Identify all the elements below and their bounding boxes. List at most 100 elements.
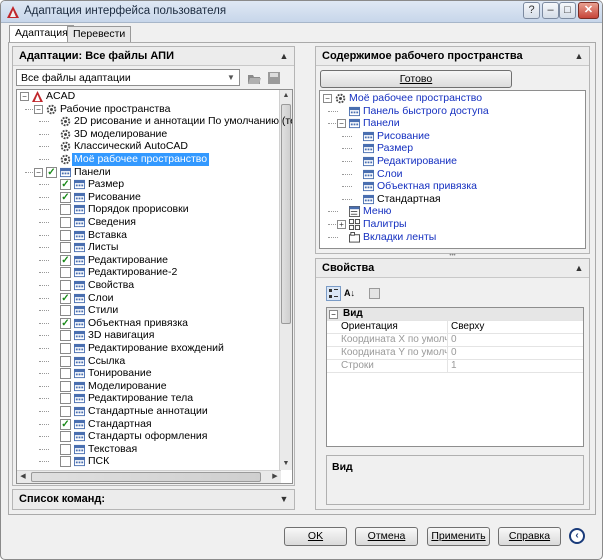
tree-item[interactable]: Моделирование: [17, 380, 279, 393]
workspace-tree-item[interactable]: Меню: [320, 205, 582, 218]
workspace-tree-item[interactable]: Стандартная: [320, 193, 582, 206]
collapse-dialog-icon[interactable]: ‹: [569, 528, 585, 544]
scroll-down-icon[interactable]: ▼: [280, 458, 292, 470]
categorized-icon[interactable]: [326, 286, 341, 301]
workspace-tree-item[interactable]: Объектная привязка: [320, 180, 582, 193]
property-value[interactable]: 0: [451, 347, 457, 359]
checkbox-empty[interactable]: [60, 267, 71, 279]
tree-item[interactable]: ✓ Рисование: [17, 191, 279, 204]
checkmark-icon[interactable]: ✓: [60, 254, 71, 266]
help-window-button[interactable]: ?: [523, 2, 540, 19]
checkbox-empty[interactable]: [60, 368, 71, 380]
checkbox-empty[interactable]: [60, 343, 71, 354]
maximize-button[interactable]: □: [559, 2, 576, 19]
tree-item[interactable]: − Рабочие пространства: [17, 103, 279, 116]
tree-item[interactable]: Тонирование: [17, 367, 279, 380]
tree-horizontal-scrollbar[interactable]: ◀ ▶: [17, 470, 281, 483]
workspace-tree-item[interactable]: Редактирование: [320, 155, 582, 168]
tree-item[interactable]: ✓ Слои: [17, 292, 279, 305]
tree-item[interactable]: Редактирование тела: [17, 392, 279, 405]
tree-item[interactable]: Сведения: [17, 216, 279, 229]
checkbox-empty[interactable]: [60, 406, 71, 417]
workspace-tree-item[interactable]: Вкладки ленты: [320, 231, 582, 244]
checkbox-empty[interactable]: [60, 242, 71, 254]
collapse-icon[interactable]: ▲: [573, 262, 585, 274]
checkbox-empty[interactable]: [60, 229, 71, 241]
customization-files-select[interactable]: Все файлы адаптации ▼: [16, 69, 240, 86]
checkbox-empty[interactable]: [60, 355, 71, 367]
tree-item[interactable]: 2D рисование и аннотации По умолчанию (т…: [17, 115, 292, 128]
tree-item[interactable]: Текстовая: [17, 443, 279, 456]
property-row[interactable]: Строки 1: [327, 360, 583, 373]
tree-item[interactable]: ✓ Размер: [17, 178, 279, 191]
checkbox-empty[interactable]: [60, 380, 71, 392]
checkbox-empty[interactable]: [60, 330, 71, 342]
workspace-tree-item[interactable]: − Панели: [320, 117, 582, 130]
property-row[interactable]: Координата Y по умолчан 0: [327, 347, 583, 360]
workspace-tree-item[interactable]: Размер: [320, 142, 582, 155]
cancel-button[interactable]: Отмена: [355, 527, 418, 546]
save-file-icon[interactable]: [267, 71, 281, 85]
checkmark-icon[interactable]: ✓: [46, 166, 57, 178]
tree-item[interactable]: ✓ Редактирование: [17, 254, 279, 267]
done-button[interactable]: Готово: [320, 70, 512, 88]
sort-alphabetical-icon[interactable]: A↓: [344, 286, 359, 301]
minimize-button[interactable]: –: [542, 2, 559, 19]
checkbox-empty[interactable]: [60, 280, 71, 291]
tab-customize[interactable]: Адаптация: [9, 25, 74, 43]
tab-translate[interactable]: Перевести: [67, 26, 132, 42]
checkbox-empty[interactable]: [60, 431, 71, 443]
tree-item[interactable]: Свойства: [17, 279, 279, 292]
checkbox-empty[interactable]: [60, 456, 71, 468]
expand-node-icon[interactable]: +: [337, 220, 346, 229]
close-button[interactable]: ✕: [578, 2, 599, 19]
checkbox-empty[interactable]: [60, 217, 71, 228]
property-value[interactable]: 1: [451, 360, 457, 372]
tree-item[interactable]: 3D моделирование: [17, 128, 279, 141]
tree-item[interactable]: 3D навигация: [17, 329, 279, 342]
tree-item[interactable]: Ссылка: [17, 355, 279, 368]
checkbox-empty[interactable]: [60, 443, 71, 455]
collapse-node-icon[interactable]: −: [20, 92, 29, 101]
property-row[interactable]: Координата X по умолчан 0: [327, 334, 583, 347]
workspace-tree-item[interactable]: Слои: [320, 168, 582, 181]
hscroll-thumb[interactable]: [31, 472, 261, 482]
tree-item[interactable]: Редактирование вхождений: [17, 342, 279, 355]
tree-vertical-scrollbar[interactable]: ▲ ▼: [279, 90, 292, 470]
tree-item[interactable]: ✓ Объектная привязка: [17, 317, 279, 330]
workspace-tree-item[interactable]: Рисование: [320, 130, 582, 143]
property-row[interactable]: Ориентация Сверху: [327, 321, 583, 334]
collapse-icon[interactable]: ▲: [573, 50, 585, 62]
commands-panel-title[interactable]: Список команд: ▼: [13, 490, 294, 509]
open-file-icon[interactable]: [247, 71, 261, 85]
collapse-node-icon[interactable]: −: [34, 167, 43, 177]
tree-item[interactable]: ПСК: [17, 455, 279, 468]
expand-icon[interactable]: ▼: [278, 493, 290, 505]
scroll-up-icon[interactable]: ▲: [280, 90, 292, 102]
checkbox-empty[interactable]: [60, 305, 71, 317]
scroll-left-icon[interactable]: ◀: [17, 471, 29, 483]
tree-item[interactable]: Моё рабочее пространство: [17, 153, 279, 166]
property-pages-icon[interactable]: [369, 288, 380, 299]
property-category[interactable]: − Вид: [327, 308, 583, 321]
tree-item[interactable]: Стандартные аннотации: [17, 405, 279, 418]
checkmark-icon[interactable]: ✓: [60, 292, 71, 304]
workspace-tree-item[interactable]: Панель быстрого доступа: [320, 105, 582, 118]
tree-item[interactable]: ✓ Стандартная: [17, 418, 279, 431]
apply-button[interactable]: Применить: [427, 527, 490, 546]
tree-item[interactable]: − ACAD: [17, 90, 279, 103]
tree-item[interactable]: Классический AutoCAD: [17, 140, 279, 153]
checkbox-empty[interactable]: [60, 393, 71, 405]
workspace-tree-item[interactable]: + Палитры: [320, 218, 582, 231]
help-button[interactable]: Справка: [498, 527, 561, 546]
scroll-thumb[interactable]: [281, 104, 291, 324]
checkmark-icon[interactable]: ✓: [60, 418, 71, 430]
tree-item[interactable]: Порядок прорисовки: [17, 203, 279, 216]
collapse-node-icon[interactable]: −: [337, 119, 346, 129]
ok-button[interactable]: OK: [284, 527, 347, 546]
workspace-tree-item[interactable]: − Моё рабочее пространство: [320, 92, 582, 105]
tree-item[interactable]: Редактирование-2: [17, 266, 279, 279]
collapse-icon[interactable]: ▲: [278, 50, 290, 62]
tree-item[interactable]: Вставка: [17, 229, 279, 242]
scroll-right-icon[interactable]: ▶: [269, 471, 281, 483]
